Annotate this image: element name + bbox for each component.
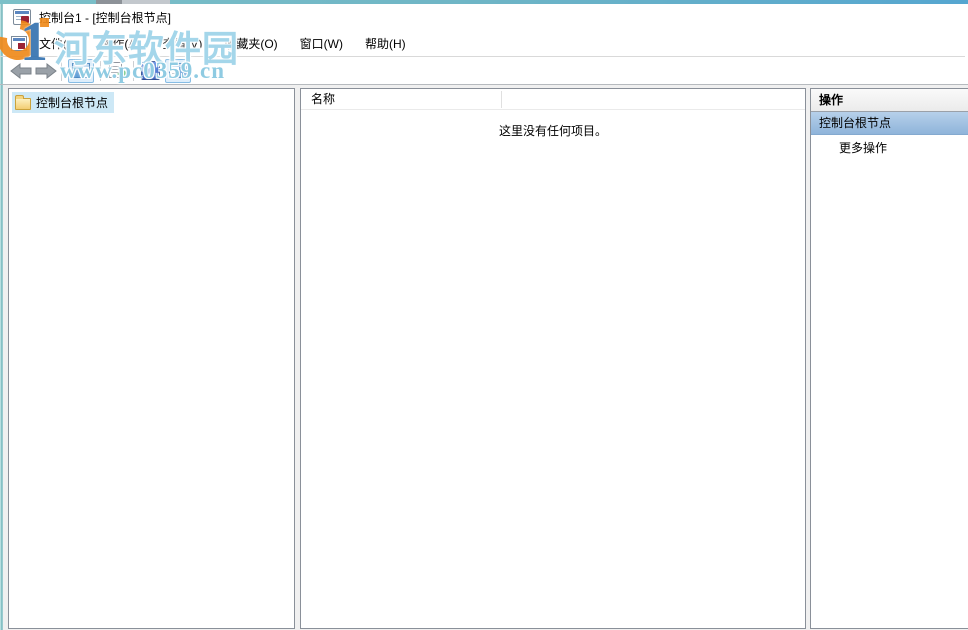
menu-window[interactable]: 窗口(W) [289,32,354,56]
forward-button[interactable] [35,59,57,83]
export-list-icon: ➜ [109,62,125,80]
folder-icon [15,98,31,110]
window-title: 控制台1 - [控制台根节点] [39,4,171,32]
back-arrow-icon [10,63,32,79]
actions-pane: 操作 控制台根节点 更多操作 [810,88,968,629]
console-tree-pane: 控制台根节点 [8,88,295,629]
list-pane: 名称 这里没有任何项目。 [300,88,806,629]
menu-view[interactable]: 查看(V) [151,32,213,56]
empty-list-message: 这里没有任何项目。 [301,110,805,139]
toolbar-separator [133,61,134,81]
actions-pane-title: 操作 [811,89,968,112]
more-actions-item[interactable]: 更多操作 [811,135,968,161]
show-console-tree-button[interactable] [68,59,94,83]
actions-section-console-root[interactable]: 控制台根节点 [811,112,968,135]
list-header-row: 名称 [301,89,805,110]
menu-action[interactable]: 操作(A) [89,32,151,56]
action-pane-icon [169,63,187,78]
back-button[interactable] [10,59,32,83]
toolbar-separator [61,61,62,81]
export-list-button[interactable]: ➜ [105,59,129,83]
help-button[interactable]: ? [138,59,163,83]
toolbar: ➜ ? [3,57,968,84]
console-tree-icon [72,63,90,78]
mmc-app-icon [13,9,31,25]
show-action-pane-button[interactable] [165,59,191,83]
tree-node-label: 控制台根节点 [36,94,108,111]
column-divider[interactable] [501,91,502,108]
menu-favorites[interactable]: 收藏夹(O) [213,32,288,56]
child-window-icon[interactable] [11,36,27,51]
toolbar-separator [100,61,101,81]
forward-arrow-icon [35,63,57,79]
column-header-name[interactable]: 名称 [301,89,805,110]
tree-node-console-root[interactable]: 控制台根节点 [12,92,114,113]
menu-file[interactable]: 文件(F) [28,32,89,56]
menu-help[interactable]: 帮助(H) [354,32,417,56]
help-icon: ? [141,61,160,80]
menu-bar: 文件(F) 操作(A) 查看(V) 收藏夹(O) 窗口(W) 帮助(H) [3,32,968,56]
title-bar: 控制台1 - [控制台根节点] [3,4,968,32]
